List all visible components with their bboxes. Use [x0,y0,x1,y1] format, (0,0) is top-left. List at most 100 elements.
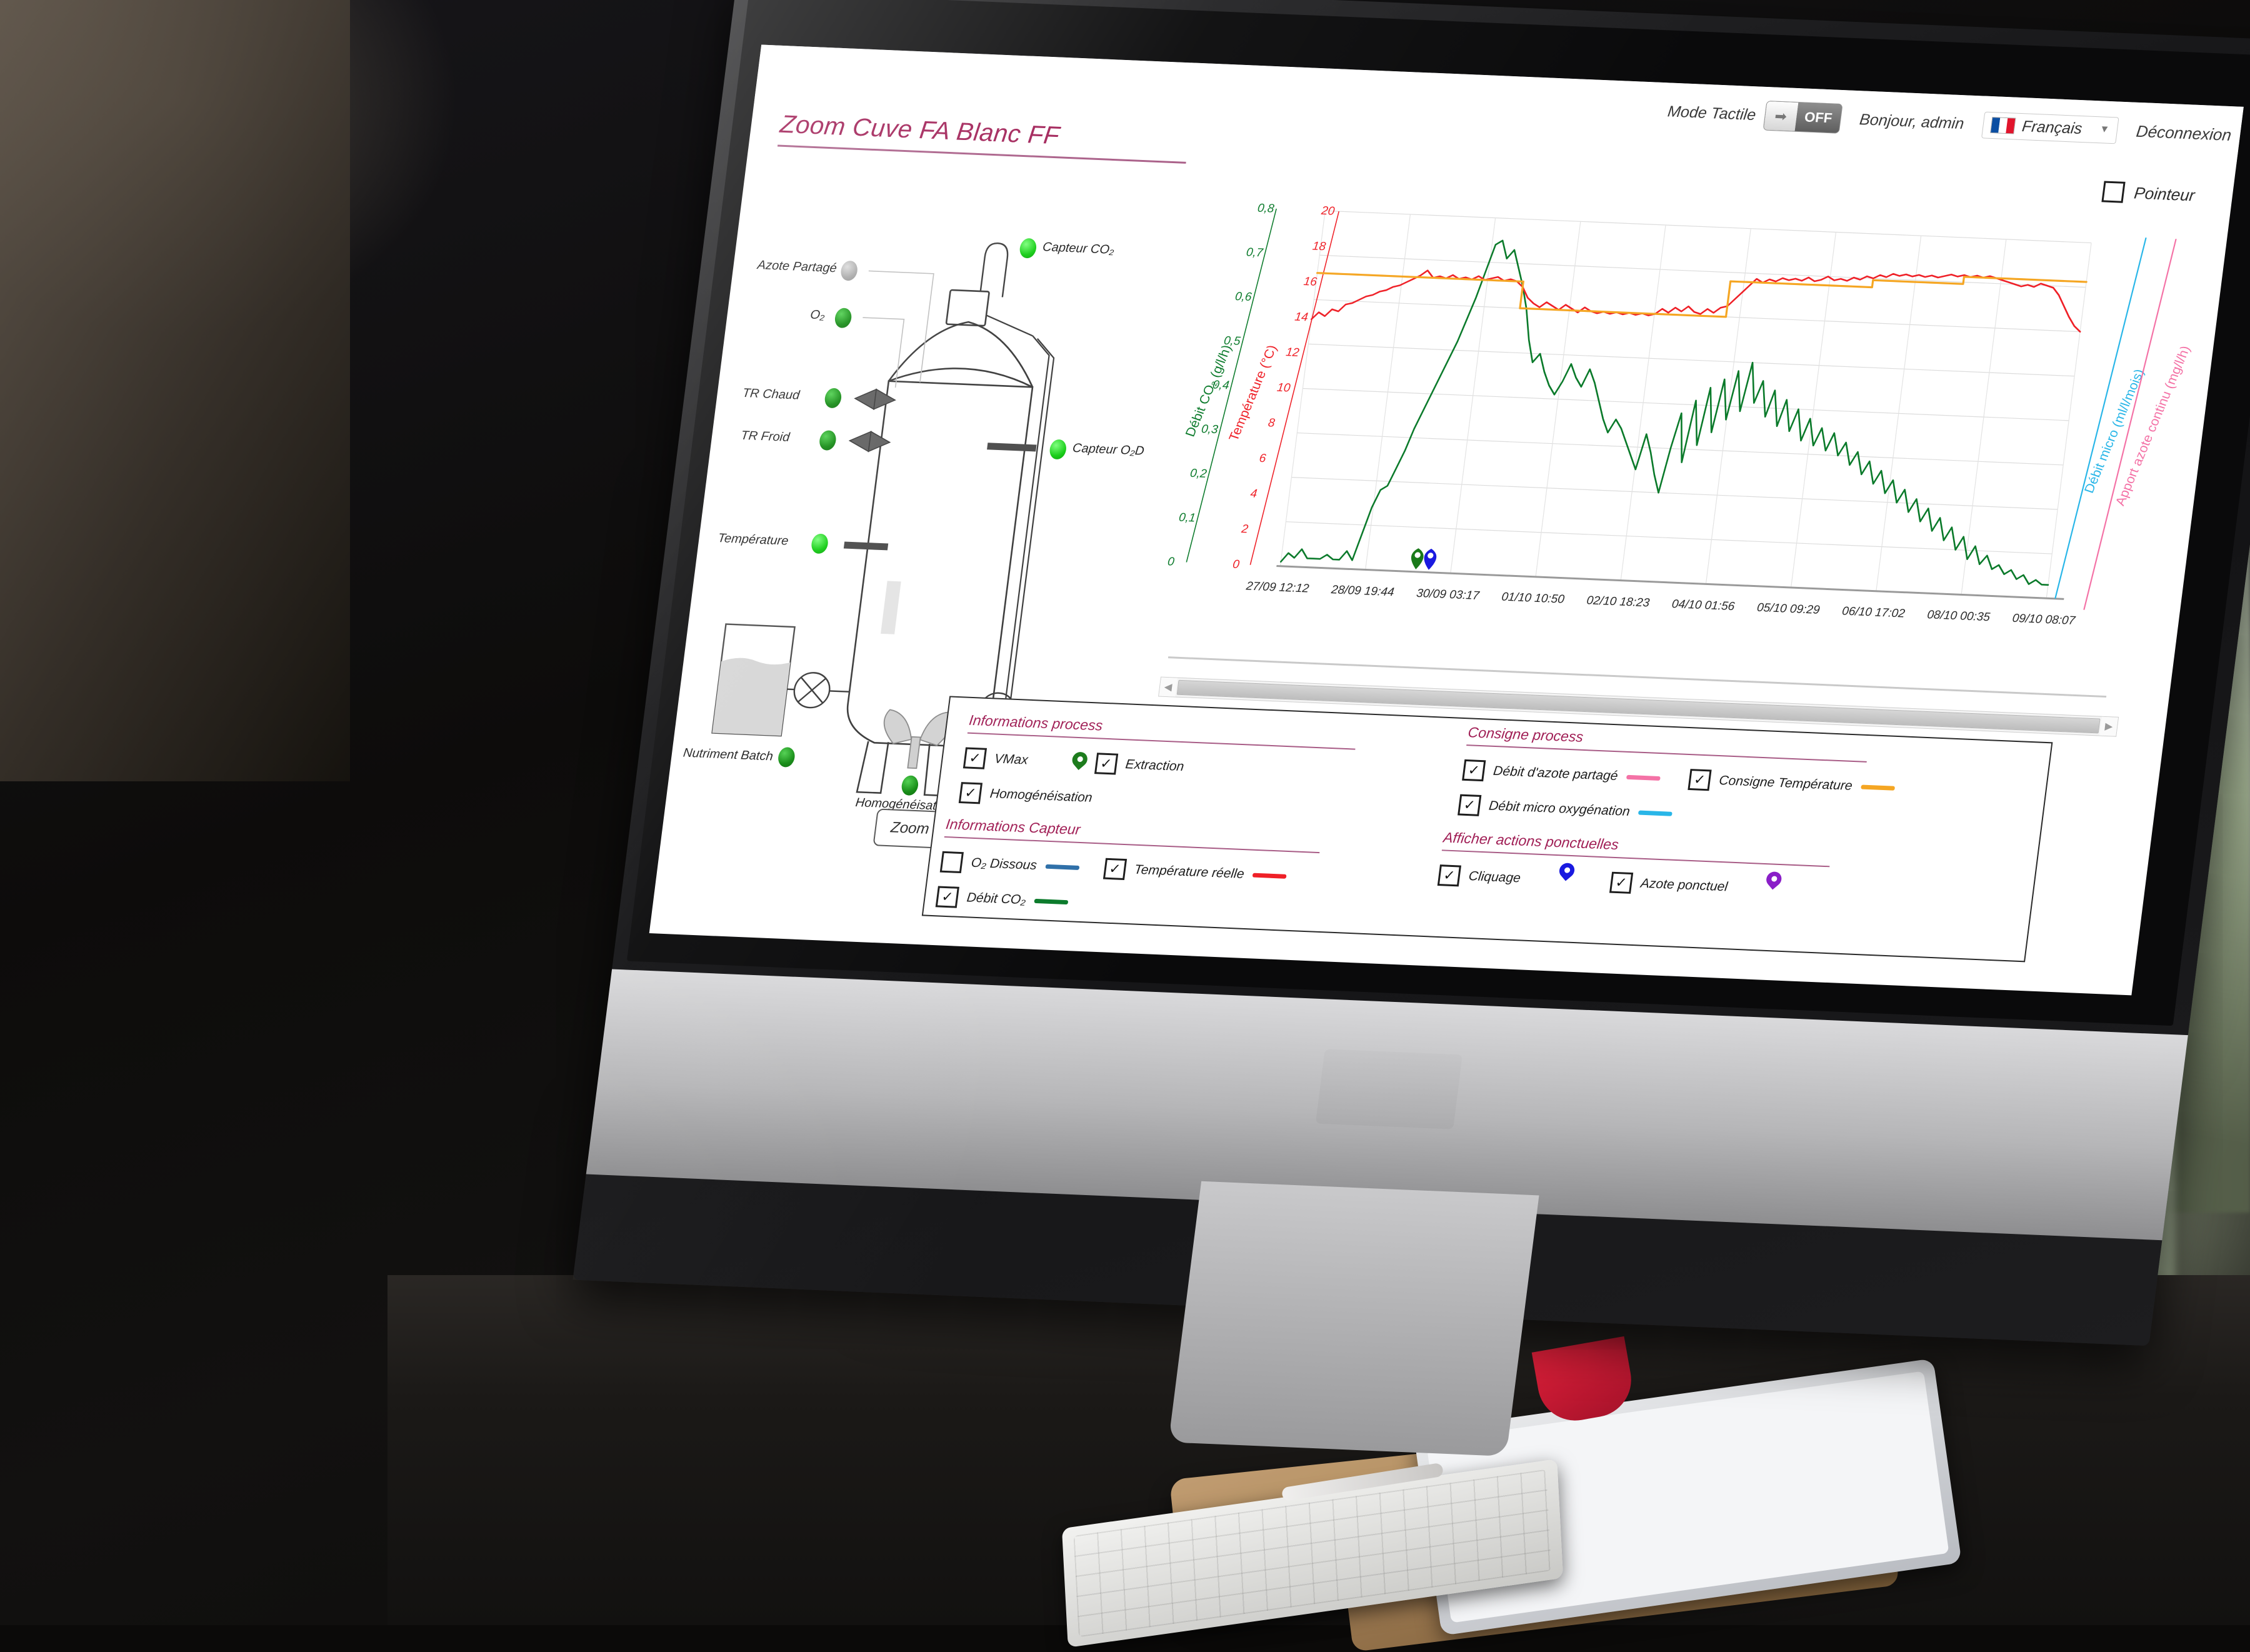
svg-text:4: 4 [1249,488,1258,501]
legend-group-actions-ponctuelles: Afficher actions ponctuelles ✓ Cliquage … [1437,829,2020,910]
legend-item-debit-micro-oxygenation[interactable]: ✓ Débit micro oxygénation [1458,794,2023,839]
language-selector[interactable]: Français ▼ [1981,111,2119,144]
monitor-chin-logo [1315,1049,1463,1129]
svg-text:01/10 10:50: 01/10 10:50 [1501,591,1565,606]
greeting-text: Bonjour, admin [1858,110,1966,133]
pointeur-control[interactable]: Pointeur [2101,181,2196,206]
check-icon: ✓ [1442,867,1456,884]
chart: 0 0,1 0,2 0,3 0,4 0,5 0,6 0,7 0,8 Débit CO₂ (g/l/… [1152,188,2209,678]
screen: — ❐ ✕ S Scalya Mode Tactile ➡ OFF Bonjou… [649,44,2244,996]
svg-text:30/09 03:17: 30/09 03:17 [1416,587,1481,603]
checkbox-vmax[interactable]: ✓ [962,747,988,769]
legend-label: O₂ Dissous [970,855,1038,873]
scroll-left-arrow-icon[interactable]: ◀ [1159,677,1178,697]
wall-left [0,0,350,781]
svg-text:27/09 12:12: 27/09 12:12 [1245,580,1310,596]
mode-tactile-group: Mode Tactile ➡ OFF [1666,96,1843,134]
legend-label: Température réelle [1133,862,1246,881]
checkbox-temperature-reelle[interactable]: ✓ [1102,858,1128,880]
svg-text:6: 6 [1259,452,1268,465]
legend-swatch-debit-azote-partage [1626,774,1661,781]
legend-item-extraction[interactable]: ✓ Extraction [1069,749,1186,778]
svg-text:0: 0 [1232,558,1241,571]
legend-swatch-temperature-reelle [1252,873,1288,879]
check-icon: ✓ [968,749,982,766]
arrow-right-icon: ➡ [1763,101,1799,131]
checkbox-azote-ponctuel[interactable]: ✓ [1609,871,1634,894]
legend-swatch-consigne-temperature [1861,784,1895,791]
check-icon: ✓ [1108,861,1122,877]
check-icon: ✓ [1462,796,1477,813]
checkbox-debit-azote-partage[interactable]: ✓ [1462,759,1486,782]
temperature-probe-bar [843,541,889,551]
checkbox-consigne-temperature[interactable]: ✓ [1688,769,1712,791]
svg-text:0,1: 0,1 [1178,511,1196,525]
svg-text:05/10 09:29: 05/10 09:29 [1756,601,1821,617]
svg-text:0,2: 0,2 [1189,467,1208,481]
language-label: Français [2021,117,2084,138]
tank-label-temperature: Température [717,531,789,548]
svg-text:18: 18 [1312,240,1327,254]
legend-item-debit-azote-partage[interactable]: ✓ Débit d'azote partagé [1462,759,1661,789]
check-icon: ✓ [1614,874,1628,891]
legend-label: VMax [993,751,1029,768]
checkbox-o2-dissous[interactable] [939,851,964,874]
svg-text:10: 10 [1276,381,1291,395]
scroll-right-arrow-icon[interactable]: ▶ [2099,716,2119,736]
svg-text:0,3: 0,3 [1201,423,1219,436]
legend-item-consigne-temperature[interactable]: ✓ Consigne Température [1688,769,1896,799]
pointeur-label: Pointeur [2132,183,2196,204]
checkbox-debit-co2[interactable]: ✓ [935,886,959,908]
legend-item-azote-ponctuel[interactable]: ✓ Azote ponctuel [1609,871,1729,898]
mode-tactile-label: Mode Tactile [1666,102,1758,124]
svg-text:Apport azote continu (mg/l/h): Apport azote continu (mg/l/h) [2113,344,2193,507]
mode-tactile-state: OFF [1794,103,1842,133]
tank-label-capteur-co2: Capteur CO₂ [1041,240,1116,257]
checkbox-homogeneisation[interactable]: ✓ [958,782,983,804]
legend-item-temperature-reelle[interactable]: ✓ Température réelle [1102,858,1288,887]
chart-svg: 00,10,20,30,40,50,60,70,8Débit CO₂ (g/l/… [1167,202,2193,628]
tank-label-tr-froid: TR Froid [740,428,791,444]
legend-label: Débit CO₂ [966,890,1027,908]
svg-text:04/10 01:56: 04/10 01:56 [1671,598,1736,613]
checkbox-cliquage[interactable]: ✓ [1437,864,1462,887]
check-icon: ✓ [1467,762,1481,778]
legend-group-informations-capteur: Informations Capteur O₂ Dissous ✓ Tempér… [935,816,1398,926]
chevron-down-icon: ▼ [2099,124,2111,135]
tank-label-tr-chaud: TR Chaud [741,386,801,403]
legend-item-o2-dissous[interactable]: O₂ Dissous [939,851,1081,878]
map-pin-icon [1763,868,1785,893]
legend-item-homogeneisation[interactable]: ✓ Homogénéisation [958,782,1399,821]
svg-text:0: 0 [1167,555,1176,568]
svg-text:28/09 19:44: 28/09 19:44 [1330,583,1395,599]
legend-label: Consigne Température [1718,773,1854,793]
legend-label: Débit d'azote partagé [1492,763,1619,784]
svg-text:02/10 18:23: 02/10 18:23 [1586,594,1650,609]
svg-text:2: 2 [1240,523,1249,536]
legend-label: Azote ponctuel [1639,876,1729,894]
tank-label-capteur-o2d: Capteur O₂D [1071,441,1145,458]
legend-label: Cliquage [1468,869,1522,886]
map-pin-icon [1069,749,1091,774]
checkbox-extraction[interactable]: ✓ [1094,753,1118,775]
svg-text:0,8: 0,8 [1257,202,1275,216]
legend-label: Homogénéisation [989,786,1094,805]
legend-label: Débit micro oxygénation [1488,798,1631,819]
legend-item-vmax[interactable]: ✓ VMax [962,747,1029,771]
logout-link[interactable]: Déconnexion [2135,121,2232,144]
legend-item-cliquage[interactable]: ✓ Cliquage [1437,864,1522,889]
pointeur-checkbox[interactable] [2101,181,2126,203]
svg-text:0,7: 0,7 [1246,246,1264,259]
map-pin-icon [1556,859,1578,884]
monitor-stand [1168,1181,1539,1456]
tank-label-o2: O₂ [809,308,826,323]
check-icon: ✓ [964,784,978,801]
check-icon: ✓ [1692,771,1707,788]
legend-item-debit-co2[interactable]: ✓ Débit CO₂ [935,886,1389,926]
mode-tactile-toggle[interactable]: ➡ OFF [1762,100,1843,134]
check-icon: ✓ [1099,755,1113,772]
monitor: — ❐ ✕ S Scalya Mode Tactile ➡ OFF Bonjou… [572,0,2250,1456]
legend-panel: Informations process ✓ VMax ✓ Extraction… [921,696,2053,963]
french-flag-icon [1989,117,2016,134]
checkbox-debit-micro-oxygenation[interactable]: ✓ [1458,794,1482,816]
